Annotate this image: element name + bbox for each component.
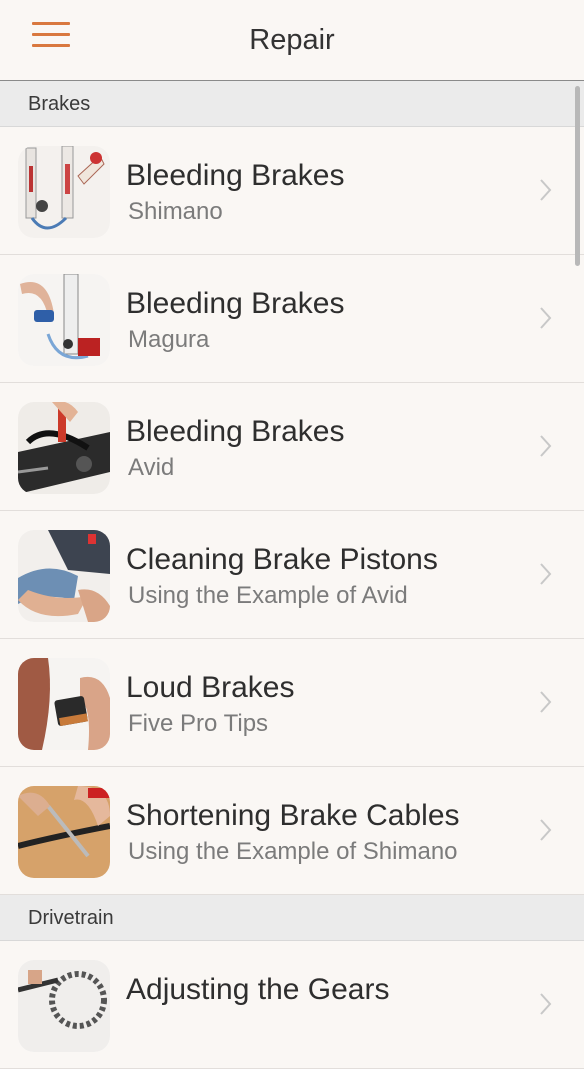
list-item[interactable]: Cleaning Brake Pistons Using the Example… xyxy=(0,511,584,639)
adjusting-gears-thumbnail xyxy=(18,960,110,1052)
chevron-right-icon xyxy=(540,179,552,201)
chevron-right-icon xyxy=(540,993,552,1015)
item-subtitle: Using the Example of Avid xyxy=(128,582,408,609)
item-title: Shortening Brake Cables xyxy=(126,799,460,832)
item-title: Bleeding Brakes xyxy=(126,287,345,320)
section-header-brakes: Brakes xyxy=(0,81,584,127)
item-subtitle: Using the Example of Shimano xyxy=(128,838,458,865)
chevron-right-icon xyxy=(540,691,552,713)
list-item[interactable]: Loud Brakes Five Pro Tips xyxy=(0,639,584,767)
navigation-bar: Repair xyxy=(0,0,584,81)
item-title: Adjusting the Gears xyxy=(126,973,390,1006)
chevron-right-icon xyxy=(540,307,552,329)
loud-brakes-thumbnail xyxy=(18,658,110,750)
list-item[interactable]: Bleeding Brakes Shimano xyxy=(0,127,584,255)
cleaning-pistons-thumbnail xyxy=(18,530,110,622)
section-header-drivetrain: Drivetrain xyxy=(0,895,584,941)
bleeding-magura-thumbnail xyxy=(18,274,110,366)
list-item[interactable]: Bleeding Brakes Magura xyxy=(0,255,584,383)
chevron-right-icon xyxy=(540,819,552,841)
chevron-right-icon xyxy=(540,435,552,457)
item-title: Bleeding Brakes xyxy=(126,415,345,448)
list-item[interactable]: Shortening Brake Cables Using the Exampl… xyxy=(0,767,584,895)
bleeding-shimano-thumbnail xyxy=(18,146,110,238)
scrollbar[interactable] xyxy=(575,86,580,266)
list-item[interactable]: Bleeding Brakes Avid xyxy=(0,383,584,511)
item-title: Bleeding Brakes xyxy=(126,159,345,192)
item-subtitle: Avid xyxy=(128,454,175,481)
list-item[interactable]: Adjusting the Gears xyxy=(0,941,584,1069)
bleeding-avid-thumbnail xyxy=(18,402,110,494)
repair-list: Brakes Bleeding Brakes Shimano Bleeding … xyxy=(0,81,584,1069)
item-title: Loud Brakes xyxy=(126,671,295,704)
page-title: Repair xyxy=(249,24,335,56)
item-subtitle: Magura xyxy=(128,326,210,353)
shortening-cables-thumbnail xyxy=(18,786,110,878)
item-title: Cleaning Brake Pistons xyxy=(126,543,438,576)
chevron-right-icon xyxy=(540,563,552,585)
item-subtitle: Five Pro Tips xyxy=(128,710,269,737)
item-subtitle: Shimano xyxy=(128,198,223,225)
